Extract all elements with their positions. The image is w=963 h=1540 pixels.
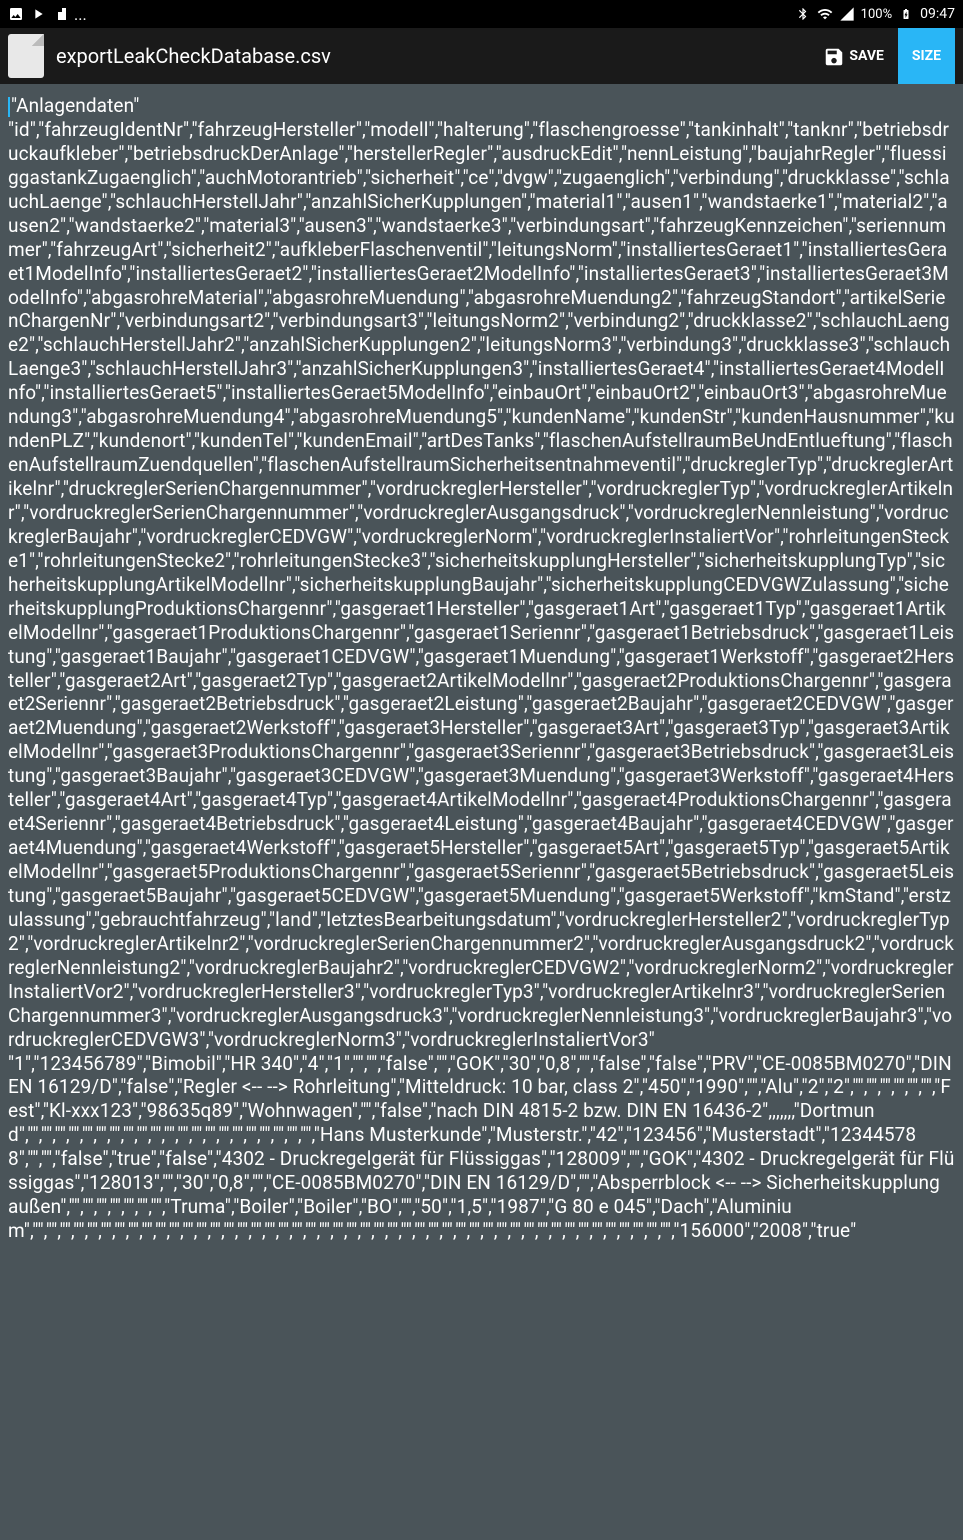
file-icon [8, 34, 44, 78]
file-title: exportLeakCheckDatabase.csv [56, 44, 331, 68]
signal-icon [839, 6, 855, 22]
play-icon [30, 6, 46, 22]
size-label: SIZE [912, 48, 941, 64]
clock: 09:47 [920, 6, 955, 22]
image-icon [8, 6, 24, 22]
status-bar: ... 100% 09:47 [0, 0, 963, 28]
size-button[interactable]: SIZE [898, 28, 955, 84]
battery-percent: 100% [861, 7, 892, 22]
text-editor[interactable]: "Anlagendaten" "id","fahrzeugIdentNr","f… [0, 84, 963, 1253]
more-notifications: ... [74, 5, 87, 24]
text-cursor [8, 97, 10, 117]
csv-line-1: "Anlagendaten" [11, 94, 139, 117]
csv-line-2: "id","fahrzeugIdentNr","fahrzeugHerstell… [8, 118, 955, 1052]
save-icon [823, 46, 843, 66]
bluetooth-icon [795, 6, 811, 22]
wifi-icon [817, 6, 833, 22]
flipboard-icon [52, 6, 68, 22]
csv-line-3: "1","123456789","Bimobil","HR 340","4","… [8, 1052, 955, 1244]
save-label: SAVE [849, 48, 884, 64]
app-bar: exportLeakCheckDatabase.csv SAVE SIZE [0, 28, 963, 84]
save-button[interactable]: SAVE [809, 28, 898, 84]
battery-charging-icon [898, 6, 914, 22]
